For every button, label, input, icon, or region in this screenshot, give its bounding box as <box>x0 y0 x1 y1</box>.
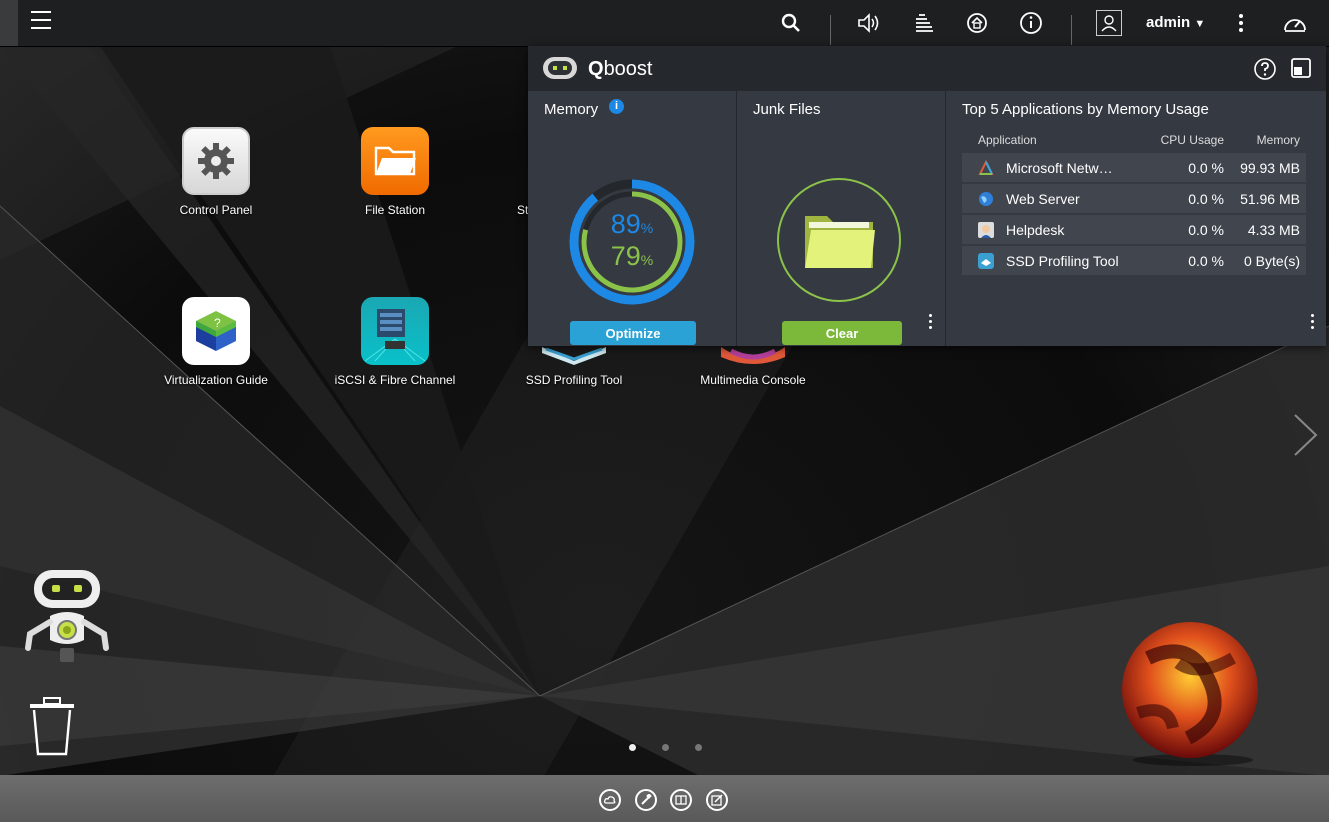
cloud-icon[interactable] <box>599 789 621 811</box>
volume-icon[interactable] <box>857 10 883 36</box>
help-icon[interactable] <box>1253 57 1277 86</box>
inner-percent: 79% <box>610 241 654 271</box>
cpu-usage: 0.0 % <box>1134 184 1230 213</box>
app-virtualization-guide[interactable]: ? Virtualization Guide <box>136 297 296 387</box>
junk-folder-icon <box>777 178 901 302</box>
restore-window-icon[interactable] <box>1290 57 1312 84</box>
memory-section: Memory i 89% 79% Optimize <box>528 91 737 346</box>
main-menu-button[interactable] <box>31 11 51 29</box>
cpu-usage: 0.0 % <box>1134 246 1230 275</box>
dashboard-gauge-icon[interactable] <box>1282 10 1308 36</box>
more-options-icon[interactable] <box>1228 10 1254 36</box>
divider <box>830 15 831 45</box>
app-name: SSD Profiling Tool <box>1006 252 1119 269</box>
outer-percent: 89% <box>610 209 654 239</box>
feedback-icon[interactable] <box>706 789 728 811</box>
app-control-panel[interactable]: Control Panel <box>136 127 296 217</box>
top-apps-title: Top 5 Applications by Memory Usage <box>962 101 1209 118</box>
gear-icon <box>182 127 250 195</box>
qnap-swirl-logo <box>1118 618 1268 773</box>
info-icon[interactable] <box>1018 10 1044 36</box>
divider <box>1071 15 1072 45</box>
page-dot-1[interactable] <box>629 744 636 751</box>
ssd-icon <box>978 252 994 269</box>
app-label: Multimedia Console <box>700 373 806 387</box>
globe-icon <box>978 191 994 207</box>
search-icon[interactable] <box>778 10 804 36</box>
app-name: Web Server <box>1006 190 1080 207</box>
background-tasks-icon[interactable] <box>911 10 937 36</box>
junk-files-title: Junk Files <box>753 101 821 118</box>
user-menu[interactable]: admin ▼ <box>1146 14 1205 31</box>
username: admin <box>1146 14 1191 31</box>
optimize-button[interactable]: Optimize <box>570 321 696 345</box>
column-header-cpu: CPU Usage <box>1160 133 1224 147</box>
external-device-icon[interactable] <box>964 10 990 36</box>
app-name: Microsoft Netw… <box>1006 159 1113 176</box>
bottom-dock <box>0 775 1329 822</box>
user-avatar-icon[interactable] <box>1096 10 1122 36</box>
page-dot-2[interactable] <box>662 744 669 751</box>
app-file-station[interactable]: File Station <box>315 127 475 217</box>
info-icon[interactable]: i <box>609 99 624 114</box>
desktop-edge-tab[interactable] <box>0 0 18 46</box>
cpu-usage: 0.0 % <box>1134 215 1230 244</box>
recycle-bin-icon[interactable] <box>26 696 78 763</box>
app-label: File Station <box>364 203 426 217</box>
app-label: iSCSI & Fibre Channel <box>334 373 456 387</box>
qboost-panel: Qboost Memory i 89% 79% Optimize Junk Fi… <box>528 46 1326 346</box>
app-label: St <box>517 203 529 217</box>
cpu-usage: 0.0 % <box>1134 153 1230 182</box>
junk-files-section: Junk Files Clear <box>737 91 946 346</box>
qboost-title: Qboost <box>588 58 653 80</box>
qboost-robot-icon[interactable] <box>22 568 112 673</box>
server-rack-icon <box>361 297 429 365</box>
cube-icon: ? <box>182 297 250 365</box>
app-label: SSD Profiling Tool <box>525 373 623 387</box>
top-apps-more-options-icon[interactable] <box>1311 314 1315 332</box>
memory-usage: 51.96 MB <box>1230 184 1306 213</box>
memory-title: Memory <box>544 101 599 118</box>
table-row[interactable]: Web Server 0.0 % 51.96 MB <box>962 184 1306 213</box>
junk-more-options-icon[interactable] <box>929 314 933 332</box>
memory-usage: 99.93 MB <box>1230 153 1306 182</box>
book-icon[interactable] <box>670 789 692 811</box>
clear-button[interactable]: Clear <box>782 321 902 345</box>
memory-usage: 4.33 MB <box>1230 215 1306 244</box>
chevron-down-icon: ▼ <box>1194 18 1206 30</box>
table-row[interactable]: Helpdesk 0.0 % 4.33 MB <box>962 215 1306 244</box>
app-iscsi-fibre-channel[interactable]: iSCSI & Fibre Channel <box>315 297 475 387</box>
app-name: Helpdesk <box>1006 221 1065 238</box>
svg-text:?: ? <box>214 316 221 330</box>
top-bar: admin ▼ <box>0 0 1329 47</box>
app-label: Control Panel <box>179 203 253 217</box>
app-storage-partial[interactable]: St <box>464 127 529 217</box>
memory-usage: 0 Byte(s) <box>1230 246 1306 275</box>
app-label: Virtualization Guide <box>164 373 268 387</box>
top-apps-table: Application CPU Usage Memory Microsoft N… <box>962 131 1306 277</box>
qboost-logo-icon <box>542 56 578 85</box>
qboost-header: Qboost <box>528 46 1326 91</box>
column-header-memory: Memory <box>1256 133 1300 147</box>
page-dot-3[interactable] <box>695 744 702 751</box>
top-apps-section: Top 5 Applications by Memory Usage Appli… <box>946 91 1326 346</box>
column-header-application: Application <box>978 133 1037 147</box>
triangle-icon <box>978 159 994 176</box>
next-page-arrow-icon[interactable] <box>1290 412 1320 463</box>
folder-icon <box>361 127 429 195</box>
tools-icon[interactable] <box>635 789 657 811</box>
table-row[interactable]: Microsoft Netw… 0.0 % 99.93 MB <box>962 153 1306 182</box>
table-row[interactable]: SSD Profiling Tool 0.0 % 0 Byte(s) <box>962 246 1306 275</box>
helpdesk-icon <box>978 221 994 238</box>
